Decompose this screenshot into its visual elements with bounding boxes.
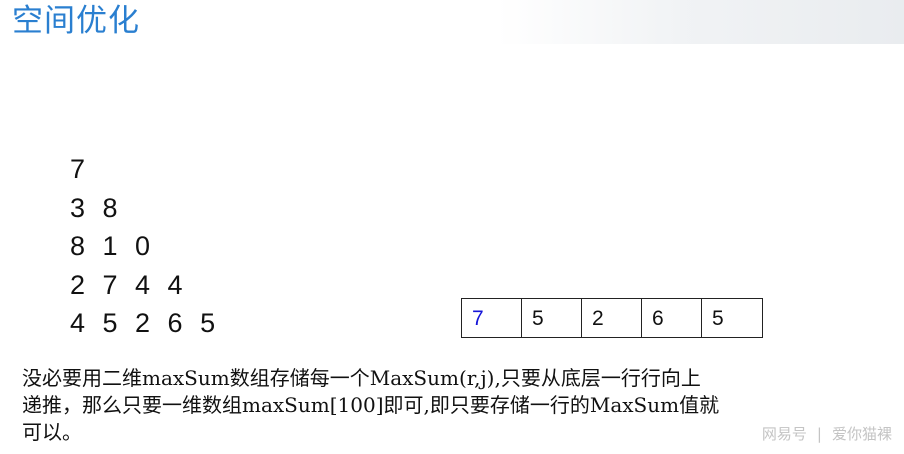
description-line-2: 递推，那么只要一维数组maxSum[100]即可,即只要存储一行的MaxSum值… xyxy=(22,393,720,417)
slide-title: 空间优化 xyxy=(12,3,140,39)
watermark-source: 网易号 xyxy=(761,425,807,443)
array-cell: 6 xyxy=(642,299,702,337)
watermark-separator: | xyxy=(816,425,822,443)
description-line-3: 可以。 xyxy=(22,420,82,444)
description-text: 没必要用二维maxSum数组存储每一个MaxSum(r,j),只要从底层一行行向… xyxy=(22,365,852,446)
number-triangle: 7 3 8 8 1 0 2 7 4 4 4 5 2 6 5 xyxy=(70,150,220,343)
array-cell: 5 xyxy=(712,307,724,330)
triangle-row-2: 3 8 xyxy=(70,192,123,223)
watermark: 网易号 | 爱你猫裸 xyxy=(762,423,892,444)
array-cell: 5 xyxy=(522,299,582,337)
description-line-1: 没必要用二维maxSum数组存储每一个MaxSum(r,j),只要从底层一行行向… xyxy=(22,366,701,390)
array-cell: 7 xyxy=(462,299,522,337)
triangle-row-3: 8 1 0 xyxy=(70,231,156,261)
array-cell: 2 xyxy=(582,299,642,337)
triangle-row-5: 4 5 2 6 5 xyxy=(70,308,221,338)
watermark-author: 爱你猫裸 xyxy=(831,425,892,443)
title-bar: 空间优化 xyxy=(0,0,904,44)
triangle-row-4: 2 7 4 4 xyxy=(70,269,188,300)
triangle-row-1: 7 xyxy=(70,154,91,184)
maxsum-array: 7 5 2 6 5 xyxy=(461,298,763,338)
